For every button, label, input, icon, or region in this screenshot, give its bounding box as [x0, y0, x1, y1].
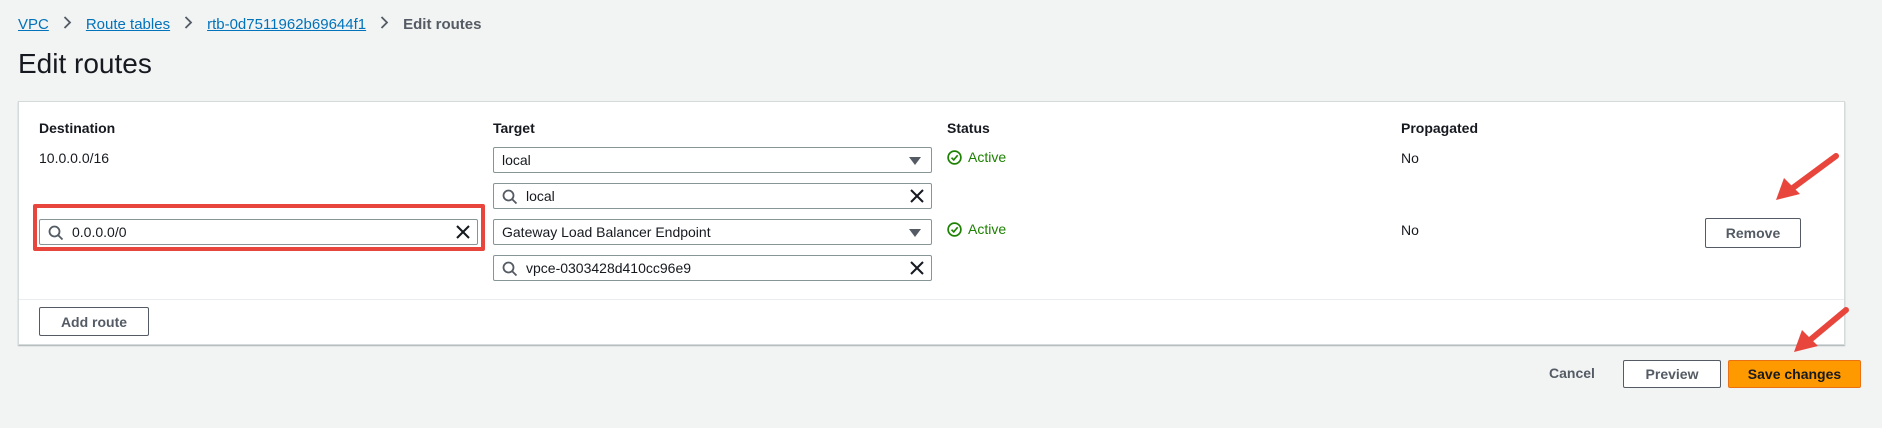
- page: VPC Route tables rtb-0d7511962b69644f1 E…: [0, 0, 1882, 428]
- chevron-right-icon: [63, 16, 72, 33]
- status-text: Active: [968, 149, 1007, 165]
- caret-down-icon: [909, 157, 921, 165]
- route-destination-text: 10.0.0.0/16: [39, 150, 110, 166]
- annotation-highlight-box: [33, 204, 485, 251]
- search-value: vpce-0303428d410cc96e9: [526, 260, 692, 276]
- arrow-icon: [1776, 153, 1839, 200]
- remove-route-button[interactable]: Remove: [1705, 218, 1801, 248]
- close-icon[interactable]: [909, 188, 925, 204]
- cancel-button[interactable]: Cancel: [1549, 365, 1595, 381]
- column-header-propagated: Propagated: [1401, 120, 1479, 136]
- breadcrumb-current: Edit routes: [403, 16, 482, 33]
- check-circle-icon: [947, 149, 962, 165]
- select-value: local: [502, 152, 531, 168]
- search-icon: [502, 189, 518, 205]
- breadcrumb: VPC Route tables rtb-0d7511962b69644f1 E…: [18, 16, 481, 33]
- search-icon: [502, 261, 518, 277]
- page-title: Edit routes: [18, 48, 152, 79]
- status-badge: Active: [947, 221, 1006, 237]
- target-type-select[interactable]: Gateway Load Balancer Endpoint: [493, 219, 932, 245]
- check-circle-icon: [947, 221, 962, 237]
- column-header-destination: Destination: [39, 120, 116, 136]
- breadcrumb-route-tables-link[interactable]: Route tables: [86, 16, 170, 33]
- chevron-right-icon: [380, 16, 389, 33]
- caret-down-icon: [909, 229, 921, 237]
- status-text: Active: [968, 221, 1007, 237]
- divider: [19, 299, 1844, 300]
- add-route-button[interactable]: Add route: [39, 307, 149, 336]
- status-badge: Active: [947, 149, 1006, 165]
- column-header-status: Status: [947, 120, 990, 136]
- search-value: local: [526, 188, 555, 204]
- column-header-target: Target: [493, 120, 535, 136]
- chevron-right-icon: [184, 16, 193, 33]
- propagated-text: No: [1401, 222, 1419, 238]
- breadcrumb-route-table-id-link[interactable]: rtb-0d7511962b69644f1: [207, 16, 366, 33]
- arrow-icon: [1794, 307, 1849, 352]
- save-changes-button[interactable]: Save changes: [1728, 360, 1861, 388]
- target-search-input[interactable]: local: [493, 183, 932, 209]
- breadcrumb-vpc-link[interactable]: VPC: [18, 16, 49, 33]
- close-icon[interactable]: [909, 260, 925, 276]
- target-type-select[interactable]: local: [493, 147, 932, 173]
- target-search-input[interactable]: vpce-0303428d410cc96e9: [493, 255, 932, 281]
- select-value: Gateway Load Balancer Endpoint: [502, 224, 711, 240]
- preview-button[interactable]: Preview: [1623, 360, 1721, 388]
- propagated-text: No: [1401, 150, 1419, 166]
